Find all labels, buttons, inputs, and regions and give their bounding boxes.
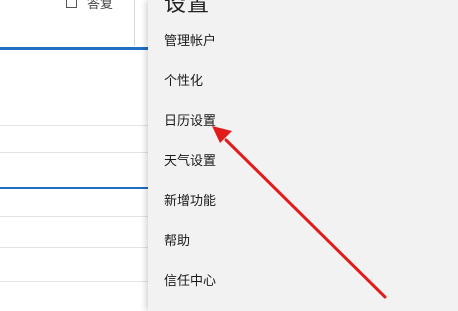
settings-panel: 设置 管理帐户 个性化 日历设置 天气设置 新增功能 帮助 信任中心 (148, 0, 458, 311)
menu-item-calendar-settings[interactable]: 日历设置 (164, 112, 216, 132)
row-divider (0, 152, 148, 153)
reply-label[interactable]: 答复 (87, 0, 113, 12)
settings-title: 设置 (164, 0, 211, 17)
menu-item-help[interactable]: 帮助 (164, 232, 190, 252)
app-main-pane: 答复 (0, 0, 148, 311)
menu-item-personalization[interactable]: 个性化 (164, 72, 203, 92)
row-divider (0, 281, 148, 282)
row-divider (0, 125, 148, 126)
top-actions: 答复 (66, 0, 113, 12)
menu-item-manage-accounts[interactable]: 管理帐户 (164, 32, 216, 52)
row-divider (0, 247, 148, 248)
menu-item-trust-center[interactable]: 信任中心 (164, 272, 216, 292)
selection-underline (0, 47, 148, 50)
screenshot-stage: 答复 设置 管理帐户 个性化 日历设置 天气设置 新增功能 帮助 信任中心 (0, 0, 458, 311)
toolbar-divider (134, 0, 135, 46)
row-divider (0, 216, 148, 217)
selection-underline (0, 187, 148, 189)
compose-icon[interactable] (66, 0, 77, 8)
menu-item-whats-new[interactable]: 新增功能 (164, 192, 216, 212)
menu-item-weather-settings[interactable]: 天气设置 (164, 152, 216, 172)
